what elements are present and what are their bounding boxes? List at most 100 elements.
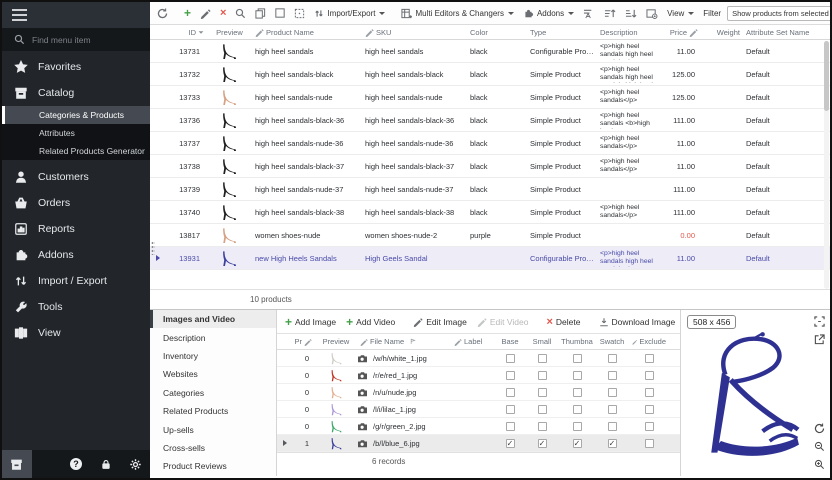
table-row[interactable]: 13738 high heel sandals-black-37 high he… xyxy=(150,155,830,178)
cell-thumbnail[interactable] xyxy=(559,439,595,448)
image-row[interactable]: 0 /n/u/nude.jpg xyxy=(277,384,680,401)
cell-swatch[interactable] xyxy=(595,354,629,363)
cell-product-name[interactable]: women shoes-nude xyxy=(252,231,362,240)
cell-base[interactable] xyxy=(495,422,525,431)
column-header-preview[interactable]: Preview xyxy=(315,337,357,346)
cell-product-name[interactable]: high heel sandals xyxy=(252,47,362,56)
table-row[interactable]: 13737 high heel sandals-nude-36 high hee… xyxy=(150,132,830,155)
image-row[interactable]: 0 /r/e/red_1.jpg xyxy=(277,367,680,384)
cell-position[interactable]: 0 xyxy=(290,422,315,431)
cell-product-name[interactable]: high heel sandals-black-37 xyxy=(252,162,362,171)
table-row[interactable]: 13732 high heel sandals-black high heel … xyxy=(150,63,830,86)
cell-swatch[interactable] xyxy=(595,439,629,448)
delete-image-button[interactable]: ×Delete xyxy=(543,315,583,329)
column-header-color[interactable]: Color xyxy=(467,28,527,37)
sort-descending-button[interactable] xyxy=(622,6,640,21)
cell-swatch[interactable] xyxy=(595,405,629,414)
product-image-large[interactable] xyxy=(687,320,816,470)
cell-price[interactable]: 111.00 xyxy=(661,208,701,217)
search-input[interactable] xyxy=(32,35,132,45)
cell-product-name[interactable]: high heel sandals-black xyxy=(252,70,362,79)
cell-price[interactable]: 111.00 xyxy=(661,185,701,194)
delete-product-button[interactable]: × xyxy=(217,6,229,20)
small-checkbox[interactable] xyxy=(538,371,547,380)
import-export-menu[interactable]: Import/Export xyxy=(311,6,388,21)
small-checkbox[interactable] xyxy=(538,388,547,397)
sidebar-item-reports[interactable]: Reports xyxy=(2,216,150,242)
cell-price[interactable]: 11.00 xyxy=(661,139,701,148)
cell-price[interactable]: 0.00 xyxy=(661,231,701,240)
sidebar-item-favorites[interactable]: Favorites xyxy=(2,54,150,80)
sidebar-item-tools[interactable]: Tools xyxy=(2,294,150,320)
open-external-button[interactable] xyxy=(814,334,825,345)
small-checkbox[interactable] xyxy=(538,439,547,448)
rotate-button[interactable] xyxy=(814,423,825,434)
cell-swatch[interactable] xyxy=(595,371,629,380)
image-row[interactable]: 0 /l/i/lilac_1.jpg xyxy=(277,401,680,418)
sidebar-item-related-products-generator[interactable]: Related Products Generator xyxy=(2,142,150,160)
cell-thumbnail[interactable] xyxy=(559,422,595,431)
cell-product-name[interactable]: high heel sandals-nude-36 xyxy=(252,139,362,148)
detail-tab[interactable]: Up-sells xyxy=(150,420,276,438)
cell-exclude[interactable] xyxy=(629,388,669,397)
swatch-checkbox[interactable] xyxy=(608,405,617,414)
cell-sku[interactable]: High Geels Sandal xyxy=(362,254,467,263)
cell-small[interactable] xyxy=(525,388,559,397)
cell-small[interactable] xyxy=(525,405,559,414)
exclude-checkbox[interactable] xyxy=(645,422,654,431)
cell-small[interactable] xyxy=(525,422,559,431)
column-header-weight[interactable]: Weight xyxy=(701,28,743,37)
detail-tab[interactable]: Inventory xyxy=(150,347,276,365)
image-row[interactable]: 0 /g/r/green_2.jpg xyxy=(277,418,680,435)
sidebar-item-categories-products[interactable]: Categories & Products xyxy=(2,106,150,124)
column-header-exclude[interactable]: Exclude xyxy=(629,337,669,346)
thumbnail-checkbox[interactable] xyxy=(573,422,582,431)
column-header-thumbnail[interactable]: Thumbna xyxy=(559,337,595,346)
cell-product-name[interactable]: high heel sandals-nude xyxy=(252,93,362,102)
cell-swatch[interactable] xyxy=(595,422,629,431)
edit-image-button[interactable]: Edit Image xyxy=(410,315,470,329)
actual-size-button[interactable] xyxy=(814,316,825,327)
thumbnail-checkbox[interactable] xyxy=(573,354,582,363)
cell-sku[interactable]: high heel sandals-black-38 xyxy=(362,208,467,217)
swatch-checkbox[interactable] xyxy=(608,422,617,431)
table-row[interactable]: 13740 high heel sandals-black-38 high he… xyxy=(150,201,830,224)
cell-position[interactable]: 0 xyxy=(290,371,315,380)
store-manager-mode-button[interactable] xyxy=(2,450,32,478)
cell-sku[interactable]: high heel sandals-black xyxy=(362,70,467,79)
sidebar-item-orders[interactable]: Orders xyxy=(2,190,150,216)
add-product-button[interactable]: + xyxy=(181,6,194,20)
swatch-checkbox[interactable] xyxy=(608,388,617,397)
cell-base[interactable] xyxy=(495,354,525,363)
table-row[interactable]: 13931 new High Heels Sandals High Geels … xyxy=(150,247,830,270)
cell-price[interactable]: 11.00 xyxy=(661,162,701,171)
detail-tab[interactable]: Cross-sells xyxy=(150,439,276,457)
cell-sku[interactable]: high heel sandals-nude-36 xyxy=(362,139,467,148)
cell-position[interactable]: 0 xyxy=(290,354,315,363)
column-visibility-button[interactable] xyxy=(643,6,661,21)
cell-base[interactable] xyxy=(495,388,525,397)
cell-sku[interactable]: high heel sandals-nude-37 xyxy=(362,185,467,194)
detail-tab[interactable]: Categories xyxy=(150,384,276,402)
table-row[interactable]: 13731 high heel sandals high heel sandal… xyxy=(150,40,830,63)
cell-file-name[interactable]: /n/u/nude.jpg xyxy=(357,388,451,397)
exclude-checkbox[interactable] xyxy=(645,388,654,397)
thumbnail-checkbox[interactable] xyxy=(573,371,582,380)
cell-position[interactable]: 1 xyxy=(290,439,315,448)
multi-editors-menu[interactable]: Multi Editors & Changers xyxy=(398,6,516,21)
image-row[interactable]: 0 /w/h/white_1.jpg xyxy=(277,350,680,367)
cell-base[interactable] xyxy=(495,371,525,380)
cell-file-name[interactable]: /b/l/blue_6.jpg xyxy=(357,439,451,448)
column-header-preview[interactable]: Preview xyxy=(207,28,252,37)
detail-tab[interactable]: Related Products xyxy=(150,402,276,420)
thumbnail-checkbox[interactable] xyxy=(573,405,582,414)
cell-small[interactable] xyxy=(525,371,559,380)
cell-base[interactable] xyxy=(495,405,525,414)
cell-sku[interactable]: high heel sandals-black-36 xyxy=(362,116,467,125)
small-checkbox[interactable] xyxy=(538,405,547,414)
cell-product-name[interactable]: high heel sandals-black-36 xyxy=(252,116,362,125)
settings-button[interactable] xyxy=(120,450,150,478)
scrollbar-thumb[interactable] xyxy=(824,41,829,111)
help-button[interactable] xyxy=(61,450,91,478)
exclude-checkbox[interactable] xyxy=(645,439,654,448)
